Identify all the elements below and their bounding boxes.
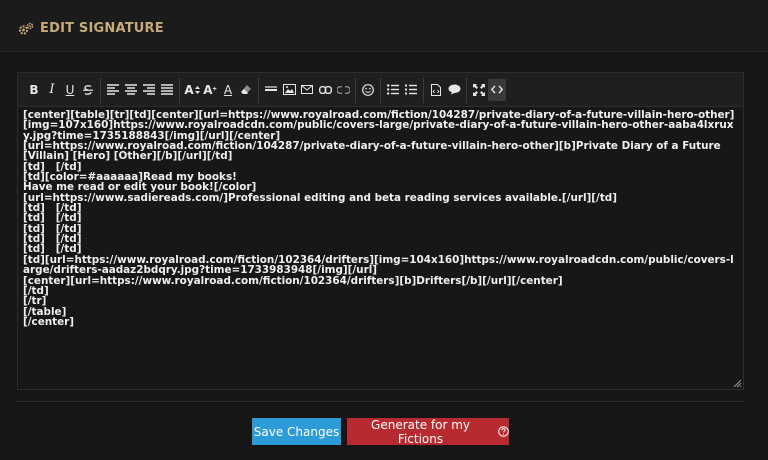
- image-icon: [282, 84, 296, 95]
- toolbar-group-view: [467, 77, 509, 103]
- numbered-list-icon: [405, 84, 417, 95]
- unlink-button[interactable]: [334, 79, 352, 101]
- panel-title-wrap: EDIT SIGNATURE: [18, 21, 164, 36]
- source-line: [td] [/td]: [23, 202, 82, 215]
- eraser-button[interactable]: [237, 79, 255, 101]
- image-button[interactable]: [280, 79, 298, 101]
- source-line: [url=https://www.royalroad.com/fiction/1…: [23, 140, 725, 163]
- source-line: [center][table][tr][td][center][url=http…: [23, 110, 735, 142]
- bullet-list-icon: [387, 84, 399, 95]
- panel-header: EDIT SIGNATURE: [0, 0, 768, 52]
- underline-button[interactable]: U: [61, 79, 79, 101]
- gears-icon: [18, 22, 34, 35]
- code-file-icon: [431, 83, 441, 96]
- question-circle-icon: [498, 426, 509, 437]
- smiley-icon: [362, 83, 374, 96]
- strikethrough-icon: [83, 84, 93, 95]
- font-color-button[interactable]: A: [219, 79, 237, 101]
- code-brackets-icon: [491, 85, 503, 94]
- toolbar-group-emoticon: [356, 76, 381, 103]
- generate-for-fictions-button[interactable]: Generate for my Fictions: [347, 417, 509, 446]
- footer-divider: [17, 401, 744, 402]
- source-line: [url=https://www.sadiereads.com/]Profess…: [23, 191, 617, 204]
- source-line: [/center]: [23, 315, 75, 328]
- signature-editor[interactable]: B I U A A + A [center][table][tr][td][ce…: [17, 72, 744, 390]
- align-center-icon: [125, 84, 137, 95]
- generate-label: Generate for my Fictions: [371, 417, 471, 446]
- toolbar-group-blocks: [424, 76, 467, 103]
- email-button[interactable]: [298, 79, 316, 101]
- superscript-button[interactable]: A +: [201, 79, 219, 101]
- source-line: [/table]: [23, 305, 67, 318]
- code-button[interactable]: [427, 79, 445, 101]
- source-button[interactable]: [488, 78, 506, 101]
- align-right-button[interactable]: [140, 79, 158, 101]
- source-line: [/tr]: [23, 295, 47, 308]
- horizontal-rule-icon: [265, 85, 277, 91]
- horizontal-rule-button[interactable]: [262, 79, 280, 101]
- signature-source-text[interactable]: [center][table][tr][td][center][url=http…: [23, 110, 735, 382]
- font-size-label: A: [184, 82, 194, 97]
- editor-toolbar: B I U A A + A: [18, 73, 743, 107]
- maximize-icon: [473, 83, 485, 96]
- numbered-list-button[interactable]: [402, 79, 420, 101]
- speech-bubble-icon: [448, 84, 460, 95]
- save-changes-label: Save Changes: [253, 424, 340, 439]
- eraser-icon: [241, 84, 251, 94]
- link-icon: [318, 85, 332, 94]
- source-line: [td] [/td]: [23, 212, 82, 225]
- link-button[interactable]: [316, 79, 334, 101]
- maximize-button[interactable]: [470, 79, 488, 101]
- italic-button[interactable]: I: [43, 79, 61, 101]
- superscript-mark: +: [212, 86, 217, 93]
- source-line: [td] [/td]: [23, 222, 82, 235]
- superscript-label: A: [203, 82, 213, 97]
- font-color-label: A: [223, 82, 233, 97]
- toolbar-group-text-style: B I U: [22, 76, 101, 103]
- strikethrough-button[interactable]: [79, 79, 97, 101]
- toolbar-group-align: [101, 76, 180, 103]
- toolbar-group-font: A A + A: [180, 76, 259, 103]
- emoticon-button[interactable]: [359, 79, 377, 101]
- bold-button[interactable]: B: [25, 79, 43, 101]
- toolbar-group-lists: [381, 76, 424, 103]
- toolbar-group-insert: [259, 76, 356, 103]
- font-size-arrows-icon: [194, 85, 200, 94]
- unlink-icon: [336, 85, 350, 94]
- source-line: [td] [/td]: [23, 233, 82, 246]
- save-changes-button[interactable]: Save Changes: [252, 418, 341, 445]
- source-line: [td][url=https://www.royalroad.com/ficti…: [23, 253, 734, 277]
- source-line: [/td]: [23, 284, 49, 297]
- font-size-button[interactable]: A: [183, 79, 201, 101]
- bold-label: B: [29, 82, 39, 97]
- align-center-button[interactable]: [122, 79, 140, 101]
- resize-handle-icon[interactable]: [733, 379, 741, 387]
- align-left-button[interactable]: [104, 79, 122, 101]
- underline-label: U: [65, 82, 75, 97]
- align-justify-button[interactable]: [158, 79, 176, 101]
- align-left-icon: [107, 84, 119, 95]
- email-icon: [301, 85, 313, 94]
- page-title: EDIT SIGNATURE: [40, 21, 164, 36]
- align-justify-icon: [161, 84, 173, 95]
- source-line: [center][url=https://www.royalroad.com/f…: [23, 274, 563, 287]
- italic-label: I: [49, 82, 55, 97]
- quote-button[interactable]: [445, 79, 463, 101]
- bullet-list-button[interactable]: [384, 79, 402, 101]
- align-right-icon: [143, 84, 155, 95]
